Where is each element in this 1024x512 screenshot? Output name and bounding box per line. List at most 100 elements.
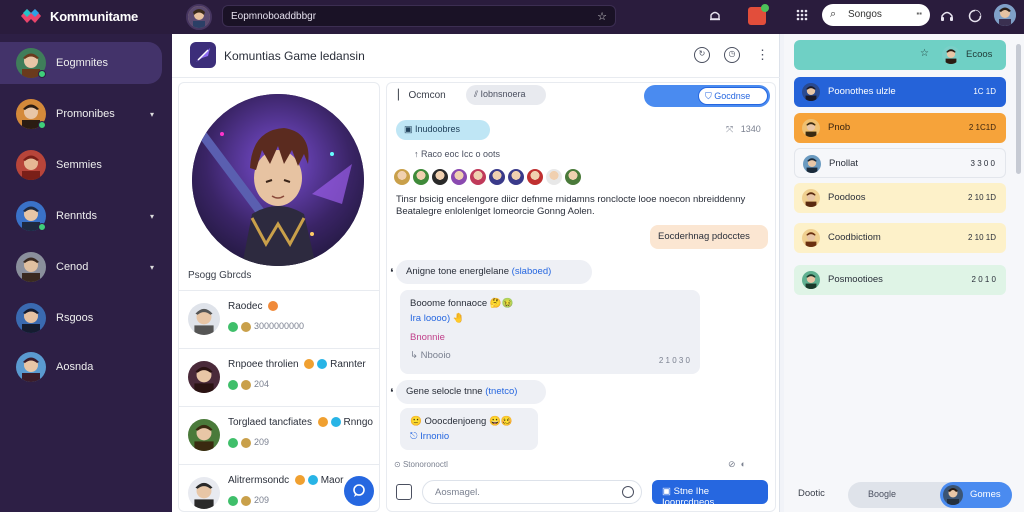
friend-list-item[interactable]: Rnpoee throlien Rannter 204 <box>178 348 380 406</box>
friend-name: Torglaed tancfiates <box>228 417 312 428</box>
chevron-down-icon[interactable]: ▾ <box>150 110 154 119</box>
search-input[interactable]: Eopmnoboaddbbgr ☆ <box>222 5 616 27</box>
verified-icon <box>307 475 318 486</box>
channel-row[interactable]: Coodbictiom 2 10 1D <box>794 223 1006 253</box>
channel-row[interactable]: Posmootioes 2 0 1 0 <box>794 265 1006 295</box>
quote-1-tag: (slaboed) <box>511 266 552 277</box>
channel-row-count: 2 10 1D <box>967 193 996 202</box>
reaction-icon[interactable] <box>394 169 410 185</box>
friend-meta-value: 209 <box>254 495 270 505</box>
avatar <box>943 485 963 505</box>
hero-caption: Psogg Gbrcds <box>188 270 252 281</box>
channel-row-count: 2 10 1D <box>967 233 996 242</box>
clear-icon[interactable]: ▪▪ <box>916 9 922 18</box>
message-meta-text: Raco eoc Icc o oots <box>421 149 501 159</box>
quote-bubble-1[interactable]: Anigne tone energlelane (slaboed) <box>396 260 592 284</box>
reaction-icon[interactable] <box>451 169 467 185</box>
game-icon <box>241 379 251 390</box>
game-icon[interactable] <box>748 4 769 25</box>
search-icon: ⌕ <box>830 8 837 20</box>
chevron-down-icon[interactable]: ▾ <box>150 212 154 221</box>
reaction-icon[interactable] <box>508 169 524 185</box>
bell-icon[interactable] <box>708 9 722 23</box>
game-logo-icon <box>190 42 216 68</box>
reaction-icon[interactable] <box>470 169 486 185</box>
chat-tools[interactable]: ⊘ ◐ <box>728 459 746 470</box>
refresh-icon[interactable]: ↻ <box>694 47 710 63</box>
image-icon[interactable] <box>396 484 412 500</box>
join-button-label: Gocdnse <box>714 91 751 101</box>
global-search-input[interactable]: ⌕ Songos ▪▪ <box>822 4 930 26</box>
reaction-icon[interactable] <box>413 169 429 185</box>
sidebar-item-label: Aosnda <box>56 361 94 373</box>
top-bar: Kommunitame Eopmnoboaddbbgr ☆ ⌕ Songos ▪… <box>0 0 1024 34</box>
channel-row-label: Ecoos <box>966 49 993 60</box>
sidebar-item[interactable]: Eogmnites <box>0 42 162 84</box>
typing-status-text: Stonoronoctl <box>402 460 448 469</box>
reaction-icon[interactable] <box>432 169 448 185</box>
friend-meta-value: 209 <box>254 437 270 447</box>
avatar <box>188 361 220 393</box>
friend-list-item[interactable]: Torglaed tancfiates Rnngo 209 <box>178 406 380 464</box>
reaction-icon[interactable] <box>546 169 562 185</box>
sidebar-item[interactable]: Renntds ▾ <box>0 195 162 237</box>
clock-icon[interactable]: ◷ <box>724 47 740 63</box>
sidebar-item-label: Renntds <box>56 210 97 222</box>
reaction-icon[interactable] <box>565 169 581 185</box>
quote-bubble-2[interactable]: Gene selocle tnne (tnetco) <box>396 380 546 404</box>
channel-row[interactable]: Poodoos 2 10 1D <box>794 183 1006 213</box>
friend-list-item[interactable]: Raodec 3000000000 <box>178 290 380 348</box>
channel-row[interactable]: ☆ Ecoos <box>794 40 1006 70</box>
channel-row[interactable]: Pnollat 3 3 0 0 <box>794 148 1006 178</box>
more-icon[interactable]: ⋮ <box>756 47 769 63</box>
sidebar-item[interactable]: Semmies <box>0 144 162 186</box>
chat-fab-button[interactable] <box>344 476 374 506</box>
profile-avatar[interactable] <box>994 4 1016 26</box>
sidebar-item-label: Eogmnites <box>56 57 108 69</box>
page-title: Komuntias Game ledansin <box>224 49 365 63</box>
tab-common[interactable]: ▏ Ocmcon <box>398 90 446 101</box>
logo-icon[interactable] <box>18 6 44 26</box>
join-button[interactable]: ⛉ Gocdnse <box>644 85 770 107</box>
emoji-picker-icon[interactable] <box>622 486 634 498</box>
avatar <box>188 303 220 335</box>
channel-row[interactable]: Pnob 2 1C1D <box>794 113 1006 143</box>
tab-secondary[interactable]: ⫽ Iobnsnoera <box>466 85 546 105</box>
reaction-icon[interactable] <box>527 169 543 185</box>
status-icon[interactable] <box>968 9 982 23</box>
game-icon <box>241 437 251 448</box>
games-button[interactable]: Gomes <box>940 482 1012 508</box>
channel-row-label: Posmootioes <box>828 274 883 285</box>
send-button[interactable]: ▣ Stne Ihe Ioonrcdneos <box>652 480 768 508</box>
search-value: Eopmnoboaddbbgr <box>231 11 317 22</box>
typing-status: ⊙ Stonoronoctl <box>394 460 448 469</box>
avatar[interactable] <box>186 4 212 30</box>
shield-icon: ⛉ <box>705 91 712 101</box>
sidebar-item[interactable]: Rsgoos <box>0 297 162 339</box>
friend-name-row: Rnpoee throlien Rannter <box>228 359 366 370</box>
scrollbar[interactable] <box>1016 44 1021 174</box>
channel-row[interactable]: Poonothes ulzle 1C 1D <box>794 77 1006 107</box>
reaction-icon[interactable] <box>489 169 505 185</box>
channel-pill[interactable]: ▣ Inudoobres <box>396 120 490 140</box>
channel-row-count: 2 1C1D <box>968 123 996 132</box>
friend-name: Rnpoee throlien <box>228 359 299 370</box>
chevron-down-icon[interactable]: ▾ <box>150 263 154 272</box>
avatar <box>188 477 220 509</box>
online-status-icon <box>38 223 46 231</box>
friend-name: Alitrermsondc <box>228 475 290 486</box>
reaction-row <box>394 169 581 185</box>
card-1-time: 2 1 0 3 0 <box>658 356 690 365</box>
grid-icon[interactable] <box>796 9 810 23</box>
headset-icon[interactable] <box>940 9 954 23</box>
badge-icon <box>304 359 315 370</box>
star-icon[interactable]: ☆ <box>597 10 607 23</box>
online-status-icon <box>38 70 46 78</box>
sidebar-item[interactable]: Aosnda <box>0 346 162 388</box>
sidebar-item[interactable]: Promonibes ▾ <box>0 93 162 135</box>
message-input[interactable]: Aosmagel. <box>422 480 642 504</box>
friend-extra: Rnngo <box>343 417 373 428</box>
game-icon <box>228 379 238 390</box>
friend-name-row: Raodec <box>228 301 279 312</box>
sidebar-item[interactable]: Cenod ▾ <box>0 246 162 288</box>
